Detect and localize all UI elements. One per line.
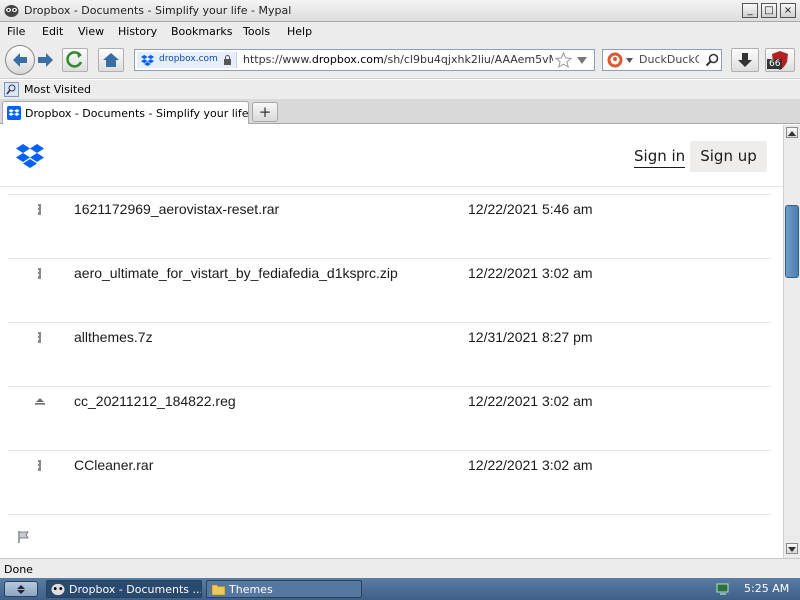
taskbar-item-label: Themes (229, 583, 273, 596)
vertical-scrollbar[interactable] (783, 125, 800, 558)
flag-icon[interactable] (17, 530, 31, 544)
url-text[interactable]: https://www.dropbox.com/sh/cl9bu4qjxhk2l… (243, 53, 553, 66)
network-tray-icon[interactable] (716, 582, 730, 596)
menu-file[interactable]: File (7, 25, 25, 38)
bookmark-star-icon[interactable] (555, 52, 572, 69)
tab-dropbox[interactable]: Dropbox - Documents - Simplify your life (2, 101, 249, 124)
scroll-up-arrow-icon (788, 131, 796, 136)
new-tab-button[interactable]: + (252, 102, 278, 122)
back-arrow-icon (13, 53, 27, 67)
downloads-button[interactable] (731, 48, 759, 72)
scroll-thumb[interactable] (785, 205, 799, 278)
menu-history[interactable]: History (118, 25, 157, 38)
start-button[interactable] (4, 581, 38, 597)
dropbox-favicon (141, 54, 154, 66)
home-button[interactable] (98, 48, 124, 72)
most-visited-icon (4, 82, 19, 97)
tab-strip: Dropbox - Documents - Simplify your life… (0, 99, 800, 124)
start-arrows-icon (17, 585, 25, 594)
file-modified-date: 12/22/2021 3:02 am (468, 393, 593, 409)
file-row[interactable]: cc_20211212_184822.reg 12/22/2021 3:02 am (8, 387, 771, 451)
menu-view[interactable]: View (78, 25, 104, 38)
lock-icon (224, 55, 231, 65)
mypal-app-icon (51, 583, 65, 596)
home-icon (103, 53, 119, 67)
search-bar[interactable]: DuckDuckGo (602, 49, 722, 71)
download-arrow-icon (738, 53, 752, 67)
maximize-button[interactable]: □ (761, 3, 777, 18)
file-name-link[interactable]: aero_ultimate_for_vistart_by_fediafedia_… (74, 265, 398, 281)
dropbox-logo-icon[interactable] (16, 144, 44, 168)
file-row[interactable]: 1621172969_aerovistax-reset.rar 12/22/202… (8, 195, 771, 259)
archive-file-icon (38, 332, 41, 343)
minimize-button[interactable]: _ (742, 3, 758, 18)
window-title: Dropbox - Documents - Simplify your life… (24, 4, 292, 17)
menu-tools[interactable]: Tools (243, 25, 270, 38)
file-name-link[interactable]: CCleaner.rar (74, 457, 153, 473)
reload-icon (66, 51, 83, 68)
search-engine-dropdown-icon[interactable] (626, 58, 633, 63)
bookmarks-toolbar: Most Visited (0, 80, 800, 99)
sign-in-link[interactable]: Sign in (634, 147, 686, 168)
url-bar[interactable]: dropbox.com https://www.dropbox.com/sh/c… (134, 49, 595, 71)
mypal-app-icon (4, 5, 19, 17)
search-input[interactable]: DuckDuckGo (639, 53, 699, 66)
status-bar: Done (0, 558, 800, 578)
system-clock: 5:25 AM (744, 582, 790, 595)
window-titlebar: Dropbox - Documents - Simplify your life… (0, 0, 800, 22)
file-row[interactable]: CCleaner.rar 12/22/2021 3:02 am (8, 451, 771, 515)
search-icon[interactable] (705, 53, 719, 67)
file-row[interactable]: allthemes.7z 12/31/2021 8:27 pm (8, 323, 771, 387)
menu-edit[interactable]: Edit (42, 25, 63, 38)
duckduckgo-icon[interactable] (607, 52, 623, 68)
url-dropdown-icon[interactable] (577, 57, 587, 64)
archive-file-icon (38, 204, 41, 215)
file-name-link[interactable]: cc_20211212_184822.reg (74, 393, 236, 409)
site-identity-button[interactable]: dropbox.com (137, 52, 237, 68)
addon-badge: 66 (767, 59, 783, 69)
menu-bookmarks[interactable]: Bookmarks (171, 25, 232, 38)
back-button[interactable] (5, 45, 35, 75)
archive-file-icon (38, 268, 41, 279)
page-content: 1621172705_aero7x-reset.rar12/22/2021 5:… (0, 125, 783, 558)
file-modified-date: 12/22/2021 3:02 am (468, 265, 593, 281)
dropbox-header: Sign in Sign up (0, 125, 783, 187)
navigation-toolbar: dropbox.com https://www.dropbox.com/sh/c… (0, 41, 800, 79)
tab-label: Dropbox - Documents - Simplify your life (25, 107, 249, 120)
status-text: Done (4, 563, 33, 576)
scroll-down-button[interactable] (786, 543, 798, 554)
close-button[interactable]: × (780, 3, 796, 18)
archive-file-icon (38, 460, 41, 471)
sign-up-button[interactable]: Sign up (690, 141, 767, 172)
registry-file-icon (35, 398, 45, 405)
reload-button[interactable] (62, 48, 88, 72)
site-identity-label: dropbox.com (159, 54, 218, 64)
folder-icon (212, 584, 225, 595)
scroll-down-arrow-icon (788, 547, 796, 552)
addon-button[interactable]: 66 (765, 48, 795, 72)
taskbar-item-label: Dropbox - Documents ... (69, 583, 202, 596)
most-visited-bookmark[interactable]: Most Visited (24, 83, 91, 96)
file-modified-date: 12/31/2021 8:27 pm (468, 329, 593, 345)
file-row[interactable]: aero_ultimate_for_vistart_by_fediafedia_… (8, 259, 771, 323)
file-name-link[interactable]: 1621172969_aerovistax-reset.rar (74, 201, 279, 217)
scroll-up-button[interactable] (786, 127, 798, 138)
file-modified-date: 12/22/2021 3:02 am (468, 457, 593, 473)
file-modified-date: 12/22/2021 5:46 am (468, 201, 593, 217)
taskbar-item-themes[interactable]: Themes (206, 580, 362, 598)
forward-button[interactable] (34, 49, 56, 71)
os-taskbar: Dropbox - Documents ... Themes 5:25 AM (0, 578, 800, 600)
taskbar-item-dropbox[interactable]: Dropbox - Documents ... (46, 580, 202, 598)
menu-help[interactable]: Help (287, 25, 312, 38)
dropbox-favicon (7, 106, 21, 120)
menu-bar: File Edit View History Bookmarks Tools H… (0, 22, 800, 41)
file-name-link[interactable]: allthemes.7z (74, 329, 153, 345)
